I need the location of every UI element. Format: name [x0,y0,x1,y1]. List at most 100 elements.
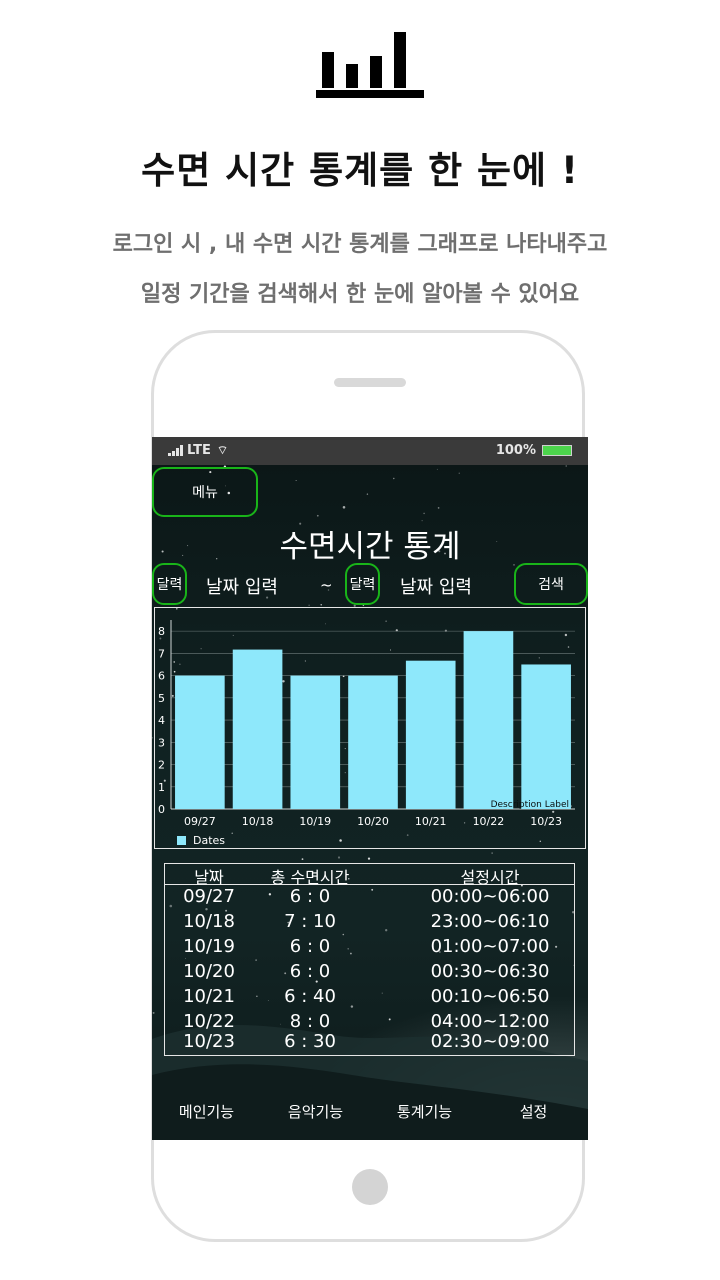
star [491,852,493,854]
x-tick-label: 10/21 [415,815,447,828]
nav-settings[interactable]: 설정 [479,1101,588,1131]
star [152,736,153,739]
x-tick-label: 09/27 [184,815,216,828]
table-row: 09/27 6 : 0 00:00~06:00 [165,886,574,911]
row-range: 00:30~06:30 [430,961,550,982]
screen-title: 수면시간 통계 [279,529,461,565]
star [458,472,460,474]
sleep-bar-chart: 0 1 2 3 4 5 6 7 8 09/27 10/18 10/19 10/20 10/21 10/22 1… [154,607,586,849]
menu-button[interactable]: 메뉴 [152,467,258,517]
row-total: 6 : 0 [289,886,331,907]
x-tick-label: 10/19 [299,815,331,828]
promo-headline: 수면 시간 통계를 한 눈에 ! [141,149,579,192]
header-total-sleep: 총 수면시간 [270,868,350,887]
star [393,477,395,480]
header-date: 날짜 [194,868,224,887]
header-set-time: 설정시간 [460,868,520,887]
table-header: 날짜 총 수면시간 설정시간 [165,864,574,887]
row-date: 10/21 [183,986,235,1007]
phone-home-button[interactable] [352,1169,388,1205]
bottom-nav: 메인기능 음악기능 통계기능 설정 [152,1101,588,1131]
chart-bar [232,649,283,809]
signal-icon [168,445,183,456]
x-tick-label: 10/20 [357,815,389,828]
star [301,858,304,860]
row-total: 8 : 0 [289,1011,331,1032]
row-range: 23:00~06:10 [430,911,550,932]
table-row: 10/21 6 : 40 00:10~06:50 [165,986,574,1011]
phone-speaker [334,378,406,387]
row-range: 04:00~12:00 [430,1011,550,1032]
promo-subtitle-line1: 로그인 시 , 내 수면 시간 통계를 그래프로 나타내주고 [112,232,608,257]
y-tick-label: 0 [158,803,165,816]
y-tick-label: 1 [158,781,165,794]
row-total: 6 : 40 [284,986,336,1007]
search-button[interactable]: 검색 [514,563,588,605]
x-tick-label: 10/22 [473,815,505,828]
legend-swatch [177,836,186,845]
sleep-table: 날짜 총 수면시간 설정시간 09/27 6 : 0 00:00~06:00 1… [164,863,575,1056]
star [295,479,297,481]
chart-bar [175,675,225,809]
end-calendar-button[interactable]: 달력 [345,563,380,605]
table-row: 10/19 6 : 0 01:00~07:00 [165,936,574,961]
chart-bar [521,664,571,809]
row-date: 10/18 [183,911,235,932]
row-total: 6 : 30 [284,1031,336,1052]
table-row: 10/20 6 : 0 00:30~06:30 [165,961,574,986]
table-row: 10/23 6 : 30 02:30~09:00 [165,1031,574,1056]
row-date: 10/22 [183,1011,235,1032]
nav-music[interactable]: 음악기능 [261,1101,370,1131]
row-date: 09/27 [183,886,235,907]
bar-chart-icon [316,32,424,98]
star [316,514,319,517]
chart-bar [463,631,514,809]
y-tick-label: 2 [158,759,165,772]
start-date-input[interactable]: 날짜 입력 [206,573,278,599]
x-tick-label: 10/18 [242,815,274,828]
star [366,493,369,495]
legend-label: Dates [193,834,225,847]
row-range: 00:00~06:00 [430,886,550,907]
end-date-input[interactable]: 날짜 입력 [400,573,472,599]
star [565,465,567,467]
y-tick-label: 7 [158,647,165,660]
star [308,604,310,606]
star [337,856,341,859]
nav-main[interactable]: 메인기능 [152,1101,261,1131]
y-tick-label: 6 [158,670,165,683]
star [437,507,440,509]
star [436,468,438,470]
table-row: 10/18 7 : 10 23:00~06:10 [165,911,574,936]
star [367,857,371,860]
row-total: 7 : 10 [284,911,336,932]
promo-subtitle-line2: 일정 기간을 검색해서 한 눈에 알아볼 수 있어요 [140,282,580,307]
network-label: LTE [187,443,211,458]
star [342,506,346,509]
battery-icon [542,445,572,456]
row-date: 10/19 [183,936,235,957]
chart-canvas: 0 1 2 3 4 5 6 7 8 09/27 10/18 10/19 10/20 10/21 10/22 1… [158,620,575,847]
star [320,604,322,606]
row-date: 10/20 [183,961,235,982]
star [423,512,425,515]
y-tick-label: 3 [158,736,165,749]
row-date: 10/23 [183,1031,235,1052]
row-total: 6 : 0 [289,936,331,957]
wifi-icon: ⌔ [216,443,229,457]
range-separator: ~ [320,576,333,594]
chart-bar [405,660,456,809]
row-range: 00:10~06:50 [430,986,550,1007]
status-bar: LTE ⌔ 100% [152,437,588,465]
x-tick-label: 10/23 [530,815,562,828]
battery-percent: 100% [495,443,536,458]
nav-stats[interactable]: 통계기능 [370,1101,479,1131]
y-tick-label: 5 [158,692,165,705]
row-total: 6 : 0 [289,961,331,982]
chart-bar [290,675,341,809]
start-calendar-button[interactable]: 달력 [152,563,187,605]
chart-bar [348,675,398,809]
row-range: 01:00~07:00 [430,936,550,957]
y-tick-label: 8 [158,625,165,638]
row-range: 02:30~09:00 [430,1031,550,1052]
